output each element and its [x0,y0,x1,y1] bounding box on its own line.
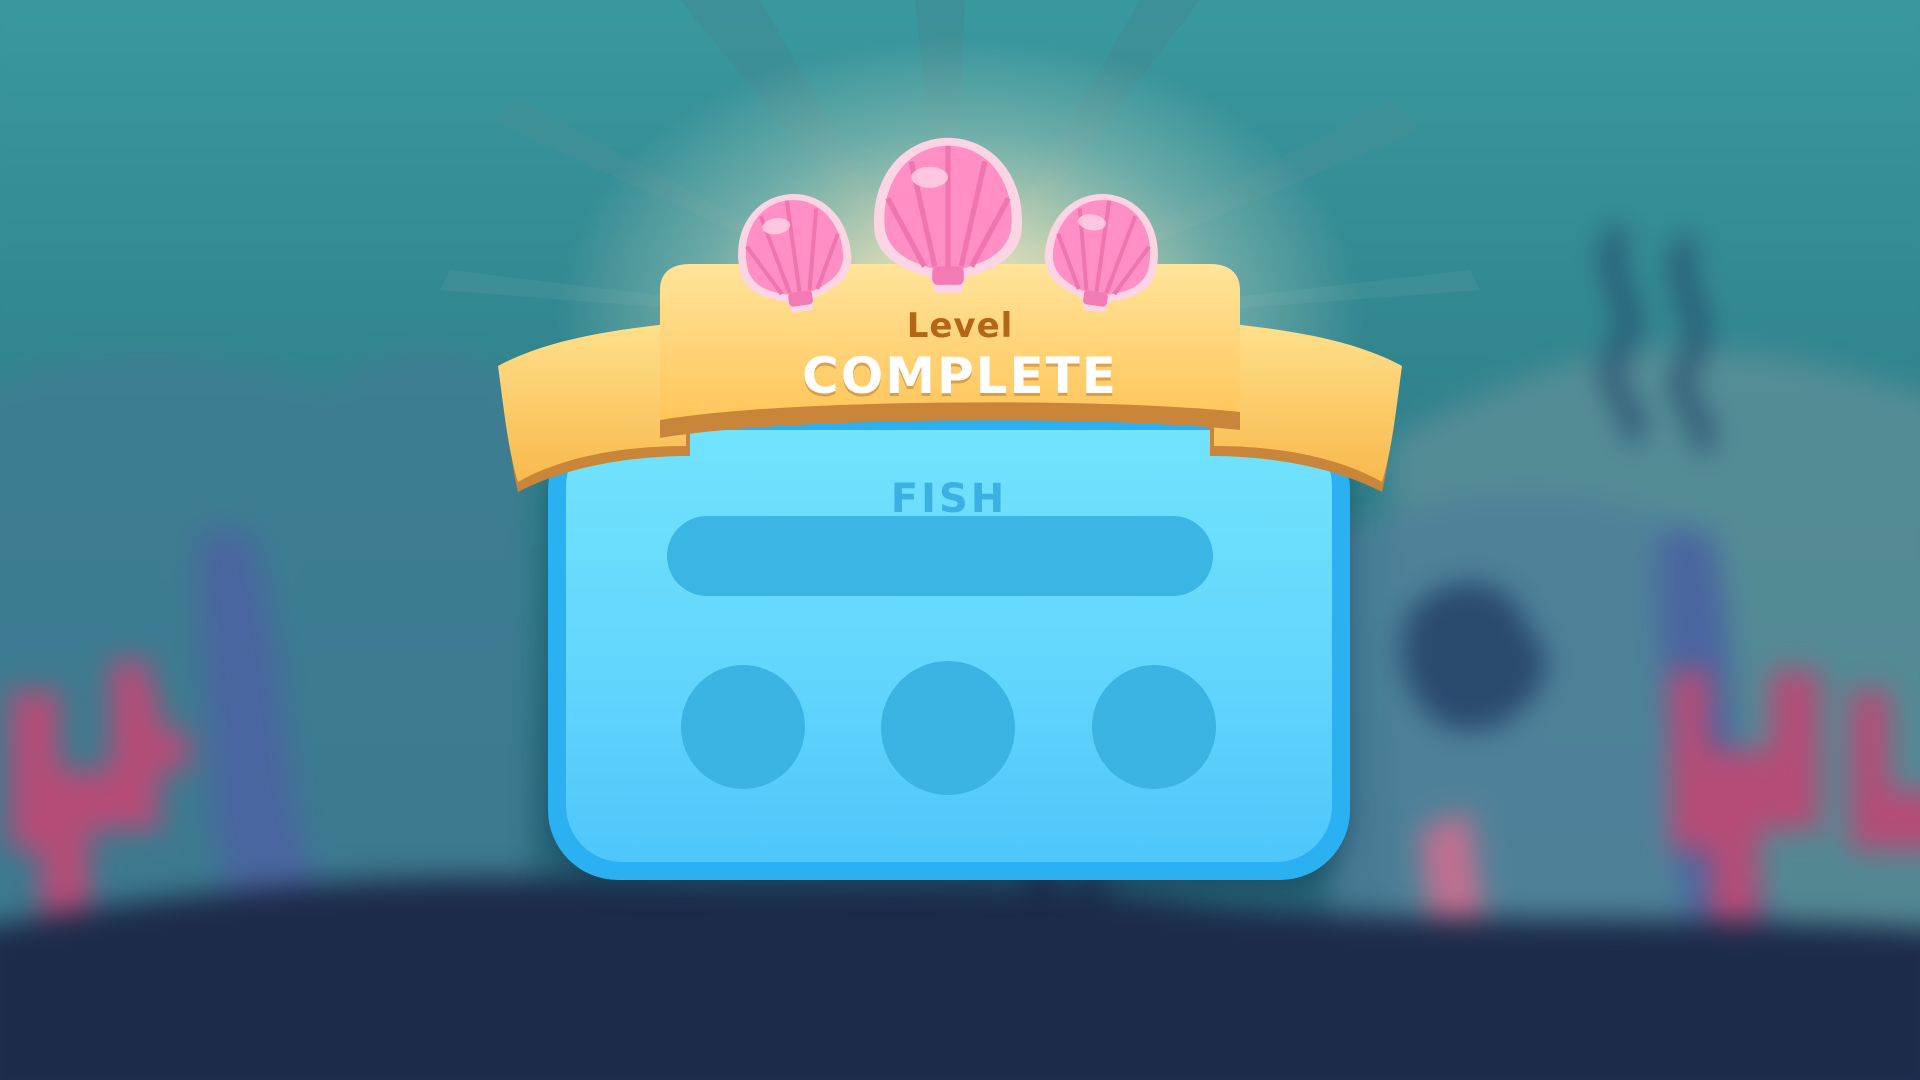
seashell-icon [1044,194,1158,313]
banner-level-label: Level [906,306,1014,346]
reward-slot-3[interactable] [1092,665,1216,789]
seashell-icon [873,137,1023,293]
reward-slot-1[interactable] [681,665,805,789]
seashell-icon [738,194,852,313]
progress-bar [667,516,1213,596]
reward-slot-2[interactable] [881,661,1015,795]
banner-complete-label: COMPLETE [802,347,1118,405]
